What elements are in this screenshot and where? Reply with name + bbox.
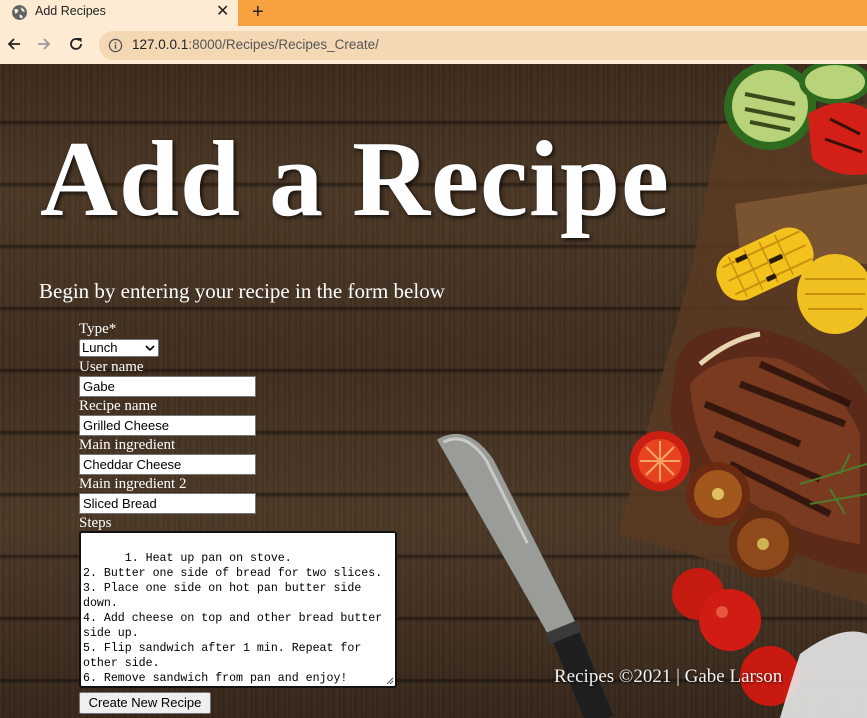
address-bar-area: 127.0.0.1:8000/Recipes/Recipes_Create/ [0,26,867,64]
url-text: 127.0.0.1:8000/Recipes/Recipes_Create/ [132,37,379,52]
page-body: Add a Recipe Begin by entering your reci… [0,64,867,718]
type-label: Type* [79,321,117,337]
reload-icon[interactable] [65,33,87,55]
type-select[interactable]: Lunch [79,339,159,357]
forward-arrow-icon[interactable] [33,33,55,55]
type-select-value: Lunch [82,340,118,355]
back-arrow-icon[interactable] [3,33,25,55]
page-subtitle: Begin by entering your recipe in the for… [39,279,445,303]
recipe-name-label: Recipe name [79,398,157,414]
main-ingredient-2-field[interactable]: Sliced Bread [79,493,256,514]
chevron-down-icon [145,345,155,352]
tab-strip: Add Recipes ✕ + [0,0,867,26]
main-ingredient-field[interactable]: Cheddar Cheese [79,454,256,475]
username-label: User name [79,359,144,375]
recipe-name-field[interactable]: Grilled Cheese [79,415,256,436]
steps-text: 1. Heat up pan on stove. 2. Butter one s… [83,552,383,685]
plus-icon[interactable]: + [252,0,264,24]
tab-add-recipes[interactable]: Add Recipes ✕ [0,0,238,26]
steps-label: Steps [79,515,112,531]
page-title: Add a Recipe [40,120,670,239]
main-ingredient-label: Main ingredient [79,437,176,453]
resize-grip-icon[interactable] [386,677,394,685]
create-recipe-button[interactable]: Create New Recipe [79,692,211,714]
info-icon[interactable] [108,38,123,53]
username-field[interactable]: Gabe [79,376,256,397]
close-icon[interactable]: ✕ [216,1,229,23]
globe-icon [12,5,27,20]
tab-title: Add Recipes [35,4,106,18]
url-bar[interactable]: 127.0.0.1:8000/Recipes/Recipes_Create/ [99,31,867,60]
steps-textarea[interactable]: 1. Heat up pan on stove. 2. Butter one s… [79,531,397,688]
page-footer: Recipes ©2021 | Gabe Larson [554,666,783,687]
main-ingredient-2-label: Main ingredient 2 [79,476,187,492]
